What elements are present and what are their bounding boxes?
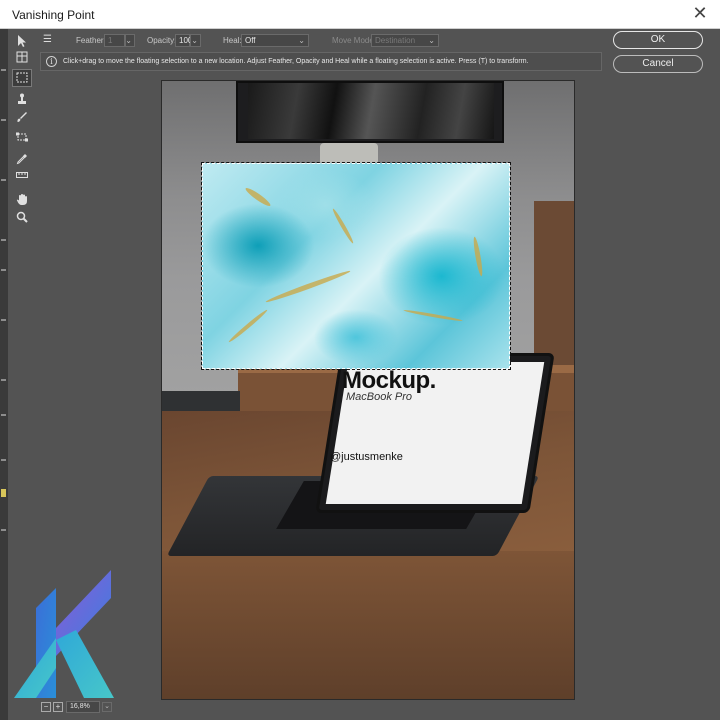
marquee-tool-icon[interactable] (12, 69, 32, 87)
feather-label: Feather: (76, 36, 106, 45)
photo-desk-front (162, 551, 574, 699)
create-plane-tool-icon[interactable] (12, 49, 32, 67)
title-bar: Vanishing Point ✕ (0, 0, 720, 29)
photo-wall-art (236, 81, 504, 143)
opacity-field[interactable]: 100 (175, 34, 192, 47)
photo-vase (320, 143, 378, 165)
channel-logo-icon (14, 570, 114, 698)
options-bar: ☰ Feather: 1 ⌄ Opacity: 100 ⌄ Heal: Off … (36, 29, 602, 51)
tool-options-menu-icon[interactable]: ☰ (43, 34, 52, 45)
info-icon: i (46, 56, 57, 67)
move-mode-select[interactable]: Destination ⌄ (371, 34, 439, 47)
edit-plane-tool-icon[interactable] (12, 32, 32, 50)
info-message: Click+drag to move the floating selectio… (63, 58, 529, 65)
opacity-dropdown[interactable]: ⌄ (190, 34, 201, 47)
stamp-tool-icon[interactable] (12, 91, 32, 109)
zoom-tool-icon[interactable] (12, 209, 32, 227)
cancel-button[interactable]: Cancel (613, 55, 703, 73)
measure-tool-icon[interactable] (12, 169, 32, 187)
brush-tool-icon[interactable] (12, 109, 32, 127)
heal-label: Heal: (223, 36, 242, 45)
opacity-label: Opacity: (147, 36, 177, 45)
mockup-handle: @justusmenke (330, 451, 403, 463)
eyedropper-tool-icon[interactable] (12, 151, 32, 169)
feather-dropdown[interactable]: ⌄ (125, 34, 135, 47)
vanishing-point-dialog: Vanishing Point ✕ ☰ Feather: 1 ⌄ Opacity… (0, 0, 720, 720)
dialog-title: Vanishing Point (12, 8, 95, 22)
ok-button[interactable]: OK (613, 31, 703, 49)
feather-field[interactable]: 1 (104, 34, 125, 47)
heal-select[interactable]: Off ⌄ (241, 34, 309, 47)
close-icon[interactable]: ✕ (688, 2, 712, 26)
floating-selection[interactable] (201, 162, 511, 370)
hand-tool-icon[interactable] (12, 191, 32, 209)
move-mode-label: Move Mode: (332, 36, 377, 45)
info-bar: i Click+drag to move the floating select… (40, 52, 602, 71)
mockup-subtitle: MacBook Pro (346, 391, 413, 403)
transform-tool-icon[interactable] (12, 129, 32, 147)
